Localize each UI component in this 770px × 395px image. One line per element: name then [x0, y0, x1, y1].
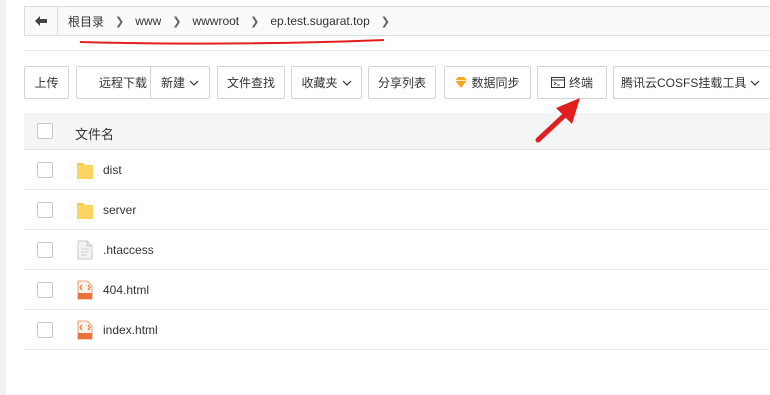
file-search-label: 文件查找 — [226, 76, 275, 90]
breadcrumb-www[interactable]: www — [129, 14, 167, 28]
path-bar: 根目录 ❯ www ❯ wwwroot ❯ ep.test.sugarat.to… — [24, 6, 770, 36]
file-search-button[interactable]: 文件查找 — [217, 66, 285, 99]
chevron-down-icon — [342, 80, 351, 86]
chevron-right-icon: ❯ — [250, 15, 260, 28]
favorites-label: 收藏夹 — [301, 76, 338, 90]
upload-label: 上传 — [34, 76, 59, 90]
chevron-right-icon: ❯ — [380, 15, 390, 28]
file-icon — [77, 240, 93, 260]
share-list-button[interactable]: 分享列表 — [368, 66, 436, 99]
file-row[interactable]: index.html — [24, 310, 770, 350]
folder-icon — [77, 163, 93, 179]
html-file-icon — [77, 280, 93, 300]
chevron-down-icon — [750, 80, 760, 86]
column-header-filename[interactable]: 文件名 — [75, 124, 114, 143]
file-row[interactable]: server — [24, 190, 770, 230]
share-list-label: 分享列表 — [377, 76, 426, 90]
chevron-down-icon — [189, 80, 199, 86]
html-file-icon — [77, 320, 93, 340]
row-checkbox[interactable] — [37, 162, 53, 178]
breadcrumb-root[interactable]: 根目录 — [58, 13, 110, 30]
file-name[interactable]: .htaccess — [103, 243, 154, 257]
file-list-header: 文件名 — [24, 113, 770, 150]
terminal-icon — [550, 77, 565, 88]
file-row[interactable]: dist — [24, 150, 770, 190]
favorites-dropdown-button[interactable]: 收藏夹 — [291, 66, 362, 99]
terminal-label: 终端 — [568, 76, 593, 90]
data-sync-label: 数据同步 — [471, 76, 520, 90]
cosfs-dropdown-button[interactable]: 腾讯云COSFS挂载工具 — [613, 66, 770, 99]
data-sync-button[interactable]: 数据同步 — [444, 66, 531, 99]
file-row[interactable]: 404.html — [24, 270, 770, 310]
row-checkbox[interactable] — [37, 322, 53, 338]
row-checkbox[interactable] — [37, 242, 53, 258]
file-name[interactable]: 404.html — [103, 283, 149, 297]
chevron-right-icon: ❯ — [172, 15, 182, 28]
row-checkbox[interactable] — [37, 202, 53, 218]
remote-download-label: 远程下载 — [98, 76, 147, 90]
annotation-underline — [79, 39, 385, 45]
file-name[interactable]: index.html — [103, 323, 158, 337]
new-dropdown-button[interactable]: 新建 — [150, 66, 210, 99]
back-button[interactable] — [25, 7, 58, 35]
annotation-arrow — [535, 98, 580, 143]
diamond-icon — [455, 77, 468, 88]
file-name[interactable]: server — [103, 203, 136, 217]
chevron-right-icon: ❯ — [115, 15, 125, 28]
file-name[interactable]: dist — [103, 163, 122, 177]
upload-button[interactable]: 上传 — [24, 66, 69, 99]
file-row[interactable]: .htaccess — [24, 230, 770, 270]
breadcrumb-site[interactable]: ep.test.sugarat.top — [264, 14, 375, 28]
breadcrumb-wwwroot[interactable]: wwwroot — [186, 14, 245, 28]
new-label: 新建 — [160, 76, 185, 90]
folder-icon — [77, 203, 93, 219]
select-all-checkbox[interactable] — [37, 123, 53, 139]
cosfs-label: 腾讯云COSFS挂载工具 — [621, 76, 747, 90]
divider — [24, 50, 770, 51]
back-arrow-icon — [35, 16, 47, 26]
row-checkbox[interactable] — [37, 282, 53, 298]
